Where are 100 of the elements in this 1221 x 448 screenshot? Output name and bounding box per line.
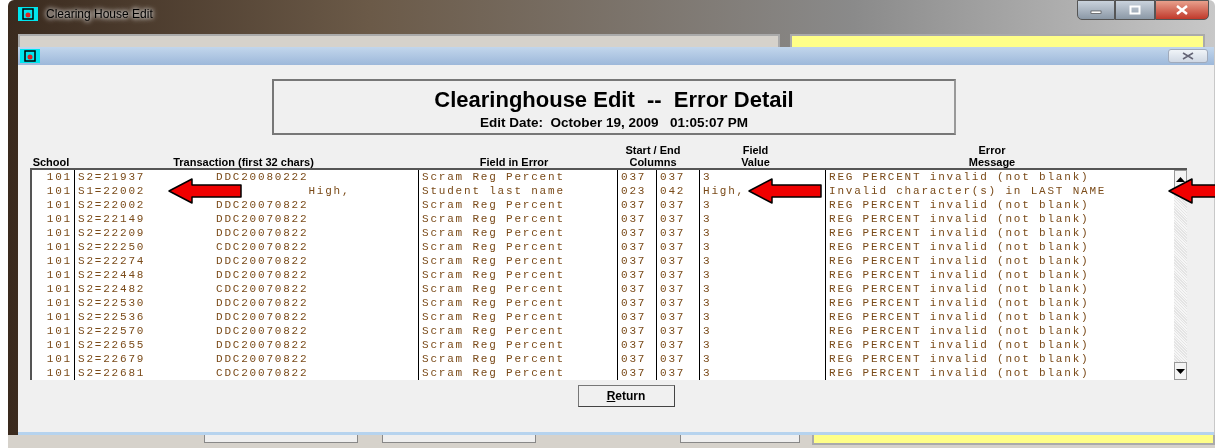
minimize-button[interactable]	[1077, 0, 1115, 20]
table-cell: 037	[660, 199, 686, 211]
table-cell: Student last name	[422, 185, 565, 197]
table-cell: REG PERCENT invalid (not blank)	[829, 213, 1090, 225]
up-arrow-icon	[1176, 176, 1185, 182]
close-icon	[1176, 5, 1188, 15]
table-cell: High,	[703, 185, 745, 197]
table-cell: REG PERCENT invalid (not blank)	[829, 297, 1090, 309]
table-cell: S2=22002	[78, 199, 146, 211]
table-cell: Scram Reg Percent	[422, 199, 565, 211]
scrollbar[interactable]	[1174, 170, 1187, 380]
table-cell: REG PERCENT invalid (not blank)	[829, 199, 1090, 211]
table-cell: 101	[46, 353, 72, 365]
table-cell: DDC20070822	[216, 213, 309, 225]
table-cell: S2=22250	[78, 241, 146, 253]
table-cell: 037	[660, 339, 686, 351]
app-icon	[18, 7, 38, 21]
table-cell: S2=22570	[78, 325, 146, 337]
table-cell: 037	[621, 325, 647, 337]
table-cell: 3	[703, 171, 712, 183]
table-cell: REG PERCENT invalid (not blank)	[829, 325, 1090, 337]
table-cell: S2=22149	[78, 213, 146, 225]
table-cell: Scram Reg Percent	[422, 283, 565, 295]
table-cell: 037	[621, 227, 647, 239]
table-cell: Scram Reg Percent	[422, 353, 565, 365]
table-cell: 037	[660, 227, 686, 239]
button[interactable]	[382, 435, 537, 443]
table-cell: 037	[660, 171, 686, 183]
table-cell: 037	[660, 255, 686, 267]
table-cell: REG PERCENT invalid (not blank)	[829, 339, 1090, 351]
text-field[interactable]	[18, 34, 780, 47]
table-cell: REG PERCENT invalid (not blank)	[829, 255, 1090, 267]
table-cell: 3	[703, 353, 712, 365]
column-header: Transaction (first 32 chars)	[173, 156, 314, 168]
table-cell: DDC20070822	[216, 199, 309, 211]
window-title: Clearing House Edit	[46, 7, 153, 21]
table-cell: 037	[660, 325, 686, 337]
table-cell: REG PERCENT invalid (not blank)	[829, 353, 1090, 365]
table-cell: 037	[660, 311, 686, 323]
table-cell: 037	[621, 367, 647, 379]
maximize-icon	[1129, 5, 1141, 15]
table-cell: Scram Reg Percent	[422, 171, 565, 183]
dialog-heading: Clearinghouse Edit -- Error Detail	[434, 87, 794, 113]
table-cell: 101	[46, 339, 72, 351]
table-cell: 101	[46, 171, 72, 183]
close-button[interactable]	[1155, 0, 1209, 20]
table-cell: 037	[660, 297, 686, 309]
table-cell: Scram Reg Percent	[422, 325, 565, 337]
table-cell: 037	[621, 297, 647, 309]
table-cell: DDC20070822	[216, 339, 309, 351]
table-cell: 101	[46, 311, 72, 323]
table-cell: DDC20070822	[216, 325, 309, 337]
table-cell: Scram Reg Percent	[422, 311, 565, 323]
table-cell: 037	[621, 353, 647, 365]
table-cell: S2=22448	[78, 269, 146, 281]
table-cell: 037	[621, 199, 647, 211]
table-cell: 037	[621, 269, 647, 281]
maximize-button[interactable]	[1115, 0, 1155, 20]
table-cell: 037	[660, 241, 686, 253]
table-cell: 3	[703, 199, 712, 211]
column-header: Start / End Columns	[625, 144, 681, 168]
button[interactable]	[204, 435, 359, 443]
table-cell: 3	[703, 311, 712, 323]
table-cell: 037	[621, 241, 647, 253]
table-cell: DDC20080222	[216, 171, 309, 183]
table-cell: Scram Reg Percent	[422, 241, 565, 253]
table-cell: 3	[703, 283, 712, 295]
table-cell: REG PERCENT invalid (not blank)	[829, 227, 1090, 239]
close-button[interactable]	[1168, 49, 1208, 63]
button[interactable]	[680, 435, 800, 443]
table-cell: 101	[46, 325, 72, 337]
return-button[interactable]: Return	[577, 385, 675, 407]
table-cell: 037	[621, 339, 647, 351]
table-cell: 101	[46, 213, 72, 225]
table-cell: 101	[46, 199, 72, 211]
table-cell: 042	[660, 185, 686, 197]
table-cell: 101	[46, 185, 72, 197]
table-cell: S2=21937	[78, 171, 146, 183]
table-cell: 037	[621, 171, 647, 183]
scroll-down-button[interactable]	[1174, 362, 1187, 380]
table-cell: 3	[703, 269, 712, 281]
table-cell: Scram Reg Percent	[422, 213, 565, 225]
table-cell: DDC20070822	[216, 297, 309, 309]
table-cell: REG PERCENT invalid (not blank)	[829, 269, 1090, 281]
table-cell: S2=22482	[78, 283, 146, 295]
app-icon	[20, 49, 40, 63]
table-cell: REG PERCENT invalid (not blank)	[829, 311, 1090, 323]
table-cell: 3	[703, 227, 712, 239]
table-cell: 3	[703, 325, 712, 337]
table-cell: CDC20070822	[216, 241, 309, 253]
table-cell: DDC20070822	[216, 227, 309, 239]
table-cell: 037	[621, 283, 647, 295]
table-cell: 037	[660, 213, 686, 225]
table-cell: 3	[703, 241, 712, 253]
table-cell: S2=22274	[78, 255, 146, 267]
table-cell: 3	[703, 213, 712, 225]
table-cell: Scram Reg Percent	[422, 227, 565, 239]
table-cell: 037	[621, 213, 647, 225]
table-cell: 037	[621, 311, 647, 323]
table-cell: S1=22002	[78, 185, 146, 197]
